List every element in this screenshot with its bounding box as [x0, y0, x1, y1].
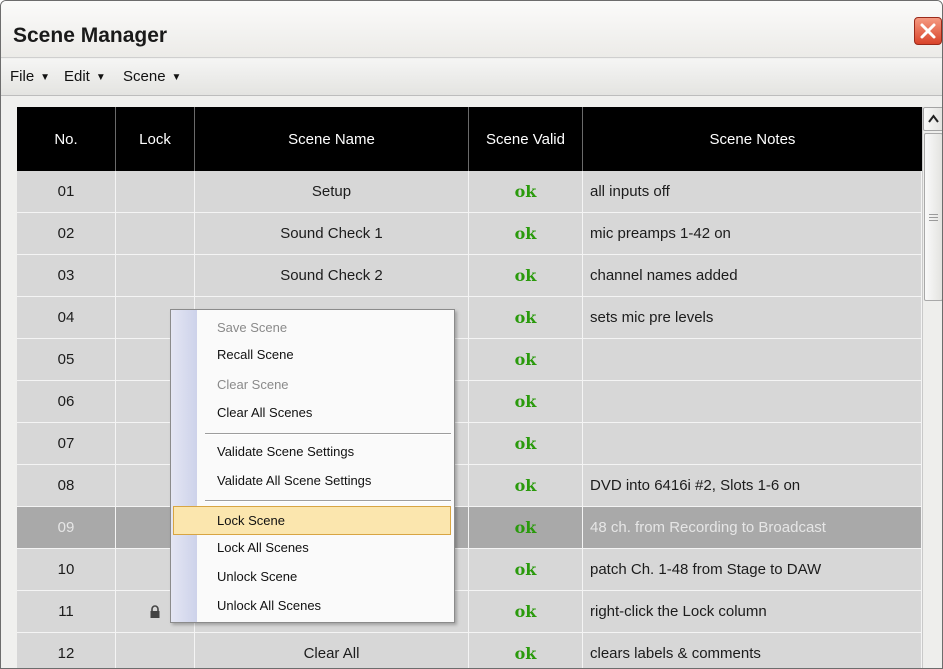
cell-no[interactable]: 01	[17, 171, 116, 213]
context-menu-item[interactable]: Unlock All Scenes	[217, 598, 321, 613]
table-row[interactable]: 01 Setup ok all inputs off	[17, 171, 922, 213]
cell-scene-notes[interactable]: channel names added	[583, 255, 922, 297]
cell-scene-valid[interactable]: ok	[469, 213, 583, 255]
table-row[interactable]: 08 ok DVD into 6416i #2, Slots 1-6 on	[17, 465, 922, 507]
cell-scene-notes[interactable]: right-click the Lock column	[583, 591, 922, 633]
cell-scene-valid[interactable]: ok	[469, 171, 583, 213]
context-menu-separator	[205, 433, 451, 435]
cell-scene-name[interactable]: Sound Check 1	[195, 213, 469, 255]
cell-lock[interactable]	[116, 213, 195, 255]
table-row[interactable]: 09 ok 48 ch. from Recording to Broadcast	[17, 507, 922, 549]
cell-scene-valid[interactable]: ok	[469, 549, 583, 591]
window-title: Scene Manager	[13, 24, 168, 47]
cell-no[interactable]: 07	[17, 423, 116, 465]
close-icon	[920, 23, 936, 39]
context-menu-highlight	[173, 506, 451, 535]
column-header-scene-name[interactable]: Scene Name	[195, 107, 469, 171]
scroll-thumb[interactable]	[924, 133, 942, 301]
cell-scene-notes[interactable]: mic preamps 1-42 on	[583, 213, 922, 255]
scroll-up-button[interactable]	[923, 107, 942, 131]
column-header-scene-valid[interactable]: Scene Valid	[469, 107, 583, 171]
table-row[interactable]: 12 Clear All ok clears labels & comments	[17, 633, 922, 668]
cell-scene-valid[interactable]: ok	[469, 381, 583, 423]
context-menu-icon-strip	[171, 310, 197, 622]
lock-icon	[150, 604, 160, 618]
cell-scene-valid[interactable]: ok	[469, 297, 583, 339]
chevron-up-icon	[928, 114, 939, 123]
cell-lock[interactable]	[116, 255, 195, 297]
cell-scene-valid[interactable]: ok	[469, 423, 583, 465]
cell-no[interactable]: 03	[17, 255, 116, 297]
cell-scene-notes[interactable]	[583, 381, 922, 423]
menu-bar: File ▼ Edit ▼ Scene ▼	[1, 59, 942, 96]
cell-no[interactable]: 12	[17, 633, 116, 668]
context-menu-item[interactable]: Lock Scene	[217, 513, 285, 528]
cell-no[interactable]: 09	[17, 507, 116, 549]
context-menu: Save Scene Recall Scene Clear Scene Clear A…	[170, 309, 455, 623]
table-row[interactable]: 07 ok	[17, 423, 922, 465]
context-menu-separator	[205, 500, 451, 502]
cell-scene-name[interactable]: Clear All	[195, 633, 469, 668]
cell-no[interactable]: 04	[17, 297, 116, 339]
cell-scene-notes[interactable]	[583, 423, 922, 465]
title-bar[interactable]: Scene Manager	[1, 1, 942, 58]
grip-line	[929, 214, 938, 215]
cell-no[interactable]: 11	[17, 591, 116, 633]
vertical-scrollbar[interactable]	[922, 107, 942, 668]
cell-scene-name[interactable]: Setup	[195, 171, 469, 213]
chevron-down-icon: ▼	[171, 72, 182, 83]
context-menu-item[interactable]: Save Scene	[217, 320, 287, 335]
cell-no[interactable]: 06	[17, 381, 116, 423]
column-header-lock[interactable]: Lock	[116, 107, 195, 171]
cell-scene-notes[interactable]	[583, 339, 922, 381]
table-row[interactable]: 05 ok	[17, 339, 922, 381]
table-row[interactable]: 04 ok sets mic pre levels	[17, 297, 922, 339]
table-row[interactable]: 10 ok patch Ch. 1-48 from Stage to DAW	[17, 549, 922, 591]
cell-scene-name[interactable]: Sound Check 2	[195, 255, 469, 297]
cell-scene-notes[interactable]: sets mic pre levels	[583, 297, 922, 339]
context-menu-item[interactable]: Recall Scene	[217, 347, 294, 362]
cell-scene-notes[interactable]: patch Ch. 1-48 from Stage to DAW	[583, 549, 922, 591]
table-row[interactable]: 02 Sound Check 1 ok mic preamps 1-42 on	[17, 213, 922, 255]
cell-scene-valid[interactable]: ok	[469, 507, 583, 549]
cell-scene-valid[interactable]: ok	[469, 591, 583, 633]
cell-no[interactable]: 10	[17, 549, 116, 591]
cell-scene-valid[interactable]: ok	[469, 255, 583, 297]
close-button[interactable]	[914, 17, 942, 45]
cell-no[interactable]: 08	[17, 465, 116, 507]
grip-line	[929, 217, 938, 218]
menu-edit[interactable]: Edit ▼	[64, 68, 106, 85]
column-header-no[interactable]: No.	[17, 107, 116, 171]
grip-line	[929, 220, 938, 221]
context-menu-item[interactable]: Validate Scene Settings	[217, 444, 354, 459]
cell-scene-valid[interactable]: ok	[469, 339, 583, 381]
context-menu-item[interactable]: Clear All Scenes	[217, 405, 312, 420]
chevron-down-icon: ▼	[95, 72, 106, 83]
menu-file[interactable]: File ▼	[10, 68, 50, 85]
menu-scene[interactable]: Scene ▼	[123, 68, 181, 85]
context-menu-item[interactable]: Clear Scene	[217, 377, 289, 392]
cell-no[interactable]: 05	[17, 339, 116, 381]
table-row[interactable]: 06 ok	[17, 381, 922, 423]
scene-manager-window: Scene Manager File ▼ Edit ▼ Scene ▼ No. Loc…	[0, 0, 943, 669]
context-menu-item[interactable]: Lock All Scenes	[217, 540, 309, 555]
table-row[interactable]: 11 ok right-click the Lock column	[17, 591, 922, 633]
cell-lock[interactable]	[116, 633, 195, 668]
scene-table: No. Lock Scene Name Scene Valid Scene No…	[17, 107, 922, 668]
cell-scene-notes[interactable]: DVD into 6416i #2, Slots 1-6 on	[583, 465, 922, 507]
cell-scene-valid[interactable]: ok	[469, 633, 583, 668]
cell-lock[interactable]	[116, 171, 195, 213]
cell-scene-notes[interactable]: 48 ch. from Recording to Broadcast	[583, 507, 922, 549]
context-menu-item[interactable]: Validate All Scene Settings	[217, 473, 371, 488]
cell-scene-notes[interactable]: all inputs off	[583, 171, 922, 213]
cell-scene-valid[interactable]: ok	[469, 465, 583, 507]
table-row[interactable]: 03 Sound Check 2 ok channel names added	[17, 255, 922, 297]
cell-scene-notes[interactable]: clears labels & comments	[583, 633, 922, 668]
column-header-scene-notes[interactable]: Scene Notes	[583, 107, 922, 171]
context-menu-item[interactable]: Unlock Scene	[217, 569, 297, 584]
chevron-down-icon: ▼	[40, 72, 51, 83]
cell-no[interactable]: 02	[17, 213, 116, 255]
